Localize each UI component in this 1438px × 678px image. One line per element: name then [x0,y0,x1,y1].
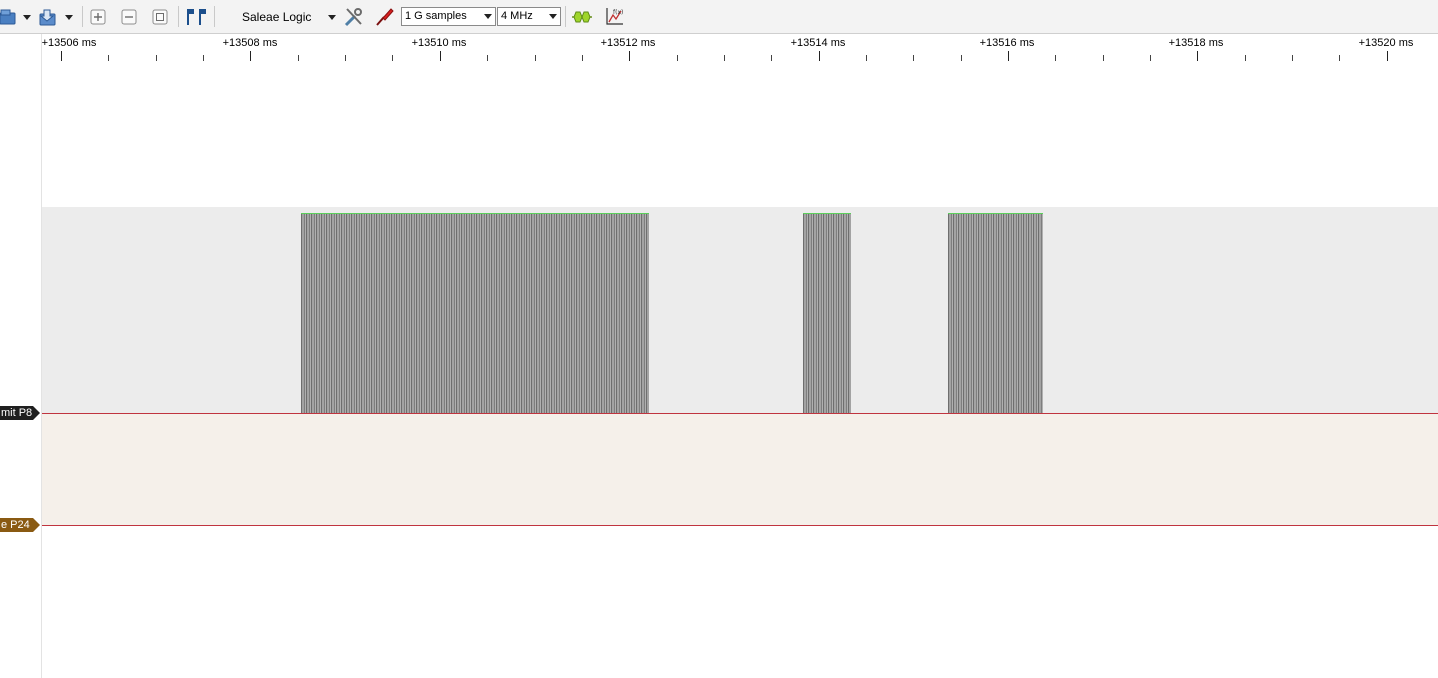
major-tick [440,51,441,61]
minor-tick [108,55,109,61]
minor-tick [1292,55,1293,61]
minor-tick [535,55,536,61]
channel-0-baseline [42,413,1438,414]
chevron-down-icon [484,14,492,19]
minor-tick [724,55,725,61]
toolbar-separator [565,6,566,27]
minor-tick [1150,55,1151,61]
time-label: +13516 ms [979,37,1035,49]
markers-icon[interactable] [184,5,208,29]
settings-icon[interactable] [342,5,366,29]
minor-tick [1339,55,1340,61]
minor-tick [866,55,867,61]
channel-0-label[interactable]: mit P8 [0,406,40,420]
major-tick [1387,51,1388,61]
signal-burst [948,213,1043,414]
signal-burst [803,213,851,414]
zoom-out-icon[interactable] [117,5,141,29]
time-label: +13514 ms [790,37,846,49]
major-tick [819,51,820,61]
minor-tick [771,55,772,61]
channel-1-lane[interactable] [42,414,1438,525]
minor-tick [156,55,157,61]
minor-tick [961,55,962,61]
device-selector[interactable]: Saleae Logic [242,10,311,24]
minor-tick [1245,55,1246,61]
major-tick [1197,51,1198,61]
zoom-fit-icon[interactable] [148,5,172,29]
minor-tick [677,55,678,61]
minor-tick [392,55,393,61]
signal-burst [301,213,649,414]
chevron-down-icon[interactable] [328,15,336,20]
samples-select[interactable]: 1 G samples [401,7,496,26]
time-label: +13510 ms [411,37,467,49]
open-icon[interactable] [0,5,20,29]
protocol-icon[interactable] [570,5,594,29]
time-label: +13508 ms [222,37,278,49]
time-label: +13518 ms [1168,37,1224,49]
toolbar-separator [214,6,215,27]
major-tick [629,51,630,61]
minor-tick [582,55,583,61]
rate-select[interactable]: 4 MHz [497,7,561,26]
minor-tick [1055,55,1056,61]
time-label: +13506 ms [41,37,97,49]
minor-tick [345,55,346,61]
time-label: +13512 ms [600,37,656,49]
channel-1-baseline [42,525,1438,526]
svg-text:f(x): f(x) [613,9,623,16]
probe-icon[interactable] [373,5,397,29]
major-tick [1008,51,1009,61]
minor-tick [298,55,299,61]
open-dropdown-button[interactable] [22,5,32,27]
analyzer-icon[interactable]: f(x) [602,5,626,29]
rate-value: 4 MHz [501,10,533,22]
time-ruler[interactable]: +13506 ms +13508 ms +13510 ms +13512 ms … [42,34,1438,64]
major-tick [250,51,251,61]
zoom-in-icon[interactable] [86,5,110,29]
time-label: +13520 ms [1358,37,1414,49]
save-dropdown-button[interactable] [64,5,74,27]
toolbar-separator [178,6,179,27]
samples-value: 1 G samples [405,10,467,22]
save-icon[interactable] [36,5,60,29]
minor-tick [1103,55,1104,61]
toolbar-separator [82,6,83,27]
toolbar: Saleae Logic 1 G samples 4 MHz f(x) [0,0,1438,34]
minor-tick [487,55,488,61]
chevron-down-icon [549,14,557,19]
major-tick [61,51,62,61]
minor-tick [203,55,204,61]
channel-0-lane[interactable] [42,207,1438,413]
minor-tick [913,55,914,61]
channel-1-label[interactable]: e P24 [0,518,40,532]
